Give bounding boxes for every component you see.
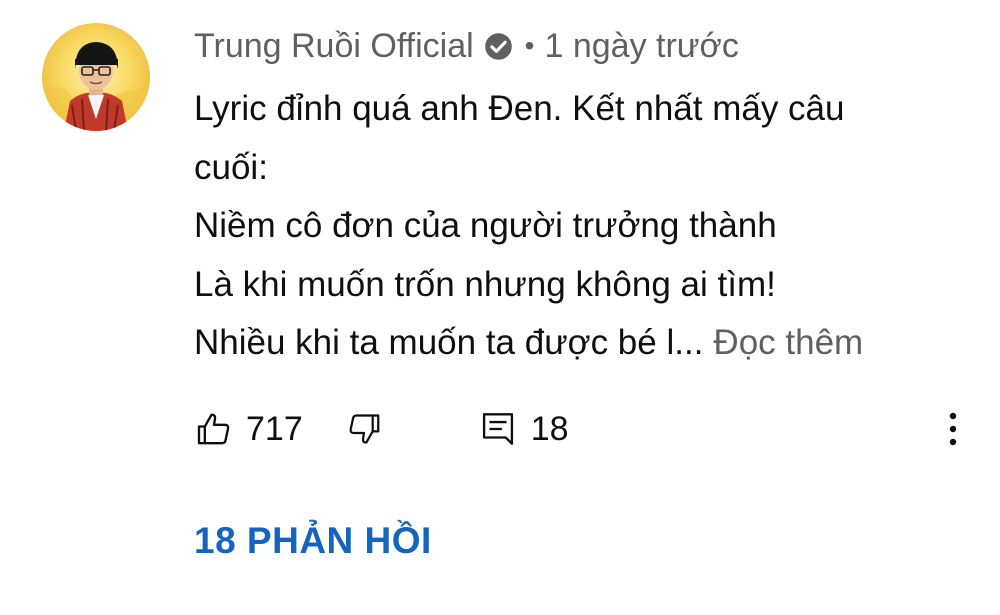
- author-name[interactable]: Trung Ruồi Official: [194, 27, 474, 66]
- comment-line: Lyric đỉnh quá anh Đen. Kết nhất mấy câu: [194, 89, 845, 128]
- comment-text: Lyric đỉnh quá anh Đen. Kết nhất mấy câu…: [194, 80, 974, 373]
- comment-line: Nhiều khi ta muốn ta được bé l...: [194, 323, 704, 362]
- read-more-link[interactable]: Đọc thêm: [713, 323, 863, 362]
- comment-line: cuối:: [194, 147, 268, 187]
- comment-thread: Trung Ruồi Official • 1 ngày trước Lyric…: [0, 0, 1000, 615]
- comment-last-line: Nhiều khi ta muốn ta được bé l... Đọc thê…: [194, 314, 974, 373]
- like-button[interactable]: 717: [194, 409, 303, 449]
- comment-line: Niềm cô đơn của người trưởng thành: [194, 206, 777, 245]
- avatar-image: [42, 23, 150, 131]
- comment-header: Trung Ruồi Official • 1 ngày trước: [194, 24, 739, 68]
- header-separator: •: [524, 30, 535, 61]
- reply-comment-icon: [482, 413, 513, 445]
- reply-button[interactable]: 18: [481, 410, 569, 449]
- comment-timestamp[interactable]: 1 ngày trước: [544, 27, 738, 66]
- verified-check-icon: [484, 32, 513, 61]
- avatar[interactable]: [42, 23, 150, 131]
- reply-count: 18: [530, 409, 569, 448]
- more-vertical-icon: [949, 412, 957, 446]
- thumbs-down-icon: [349, 414, 380, 444]
- thumbs-up-icon: [197, 413, 230, 445]
- comment-actions: 717 18: [194, 404, 569, 454]
- view-replies-button[interactable]: 18 PHẢN HỒI: [194, 520, 432, 562]
- comment-line: Là khi muốn trốn nhưng không ai tìm!: [194, 264, 776, 304]
- like-count: 717: [246, 409, 303, 448]
- dislike-button[interactable]: [345, 409, 383, 449]
- more-options-button[interactable]: [936, 404, 970, 454]
